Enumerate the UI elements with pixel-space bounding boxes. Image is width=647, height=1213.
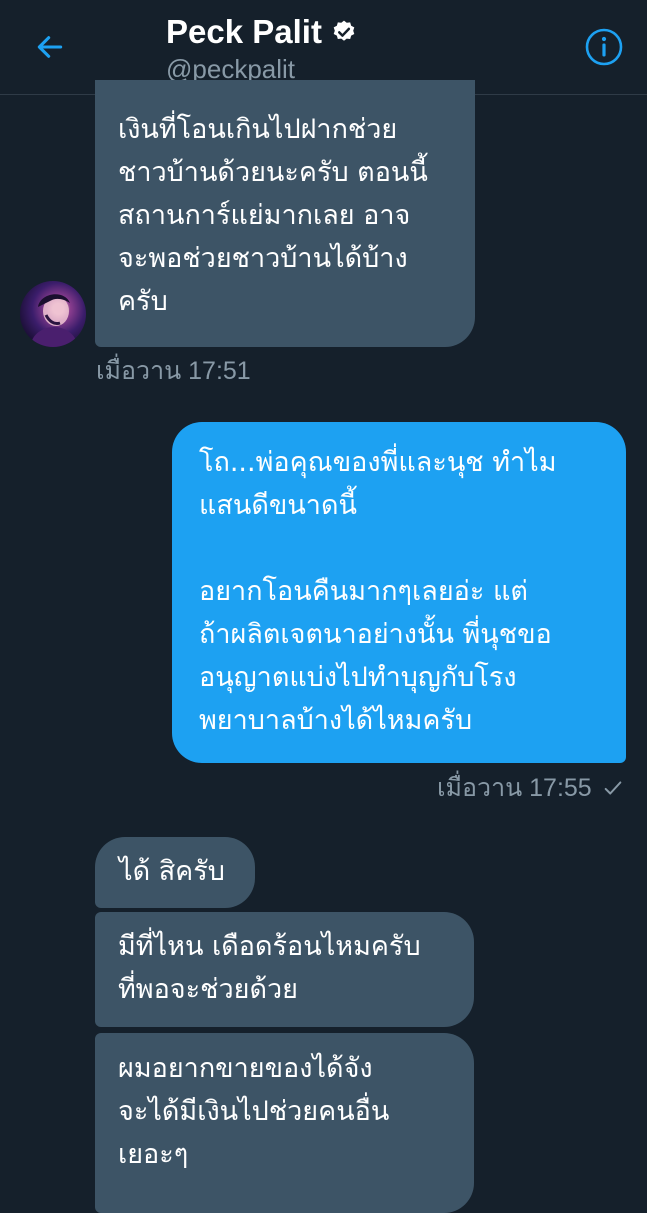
info-button[interactable] [584,27,624,67]
avatar[interactable] [20,281,86,347]
arrow-left-icon [37,36,63,58]
message-bubble-incoming[interactable]: เงินที่โอนเกินไปฝากช่วย ชาวบ้านด้วยนะครั… [95,80,475,347]
message-bubble-outgoing[interactable]: โถ...พ่อคุณของพี่และนุช ทำไม แสนดีขนาดนี… [172,422,626,763]
verified-badge-icon [333,20,355,41]
back-button[interactable] [30,27,70,67]
conversation-title-block[interactable]: Peck Palit @peckpalit [166,10,357,84]
message-timestamp-row: เมื่อวาน 17:55 [437,773,624,803]
message-bubble-incoming[interactable]: ได้ สิครับ [95,837,255,908]
message-bubble-incoming[interactable]: มีที่ไหน เดือดร้อนไหมครับ ที่พอจะช่วยด้ว… [95,912,474,1027]
message-timestamp: เมื่อวาน 17:51 [96,357,251,385]
conversation-title: Peck Palit [166,13,322,50]
message-bubble-incoming[interactable]: ผมอยากขายของได้จัง จะได้มีเงินไปช่วยคนอื… [95,1033,474,1213]
message-timestamp: เมื่อวาน 17:55 [437,774,592,802]
info-circle-icon [585,28,623,66]
avatar-image [30,294,78,347]
checkmark-icon [604,781,622,795]
